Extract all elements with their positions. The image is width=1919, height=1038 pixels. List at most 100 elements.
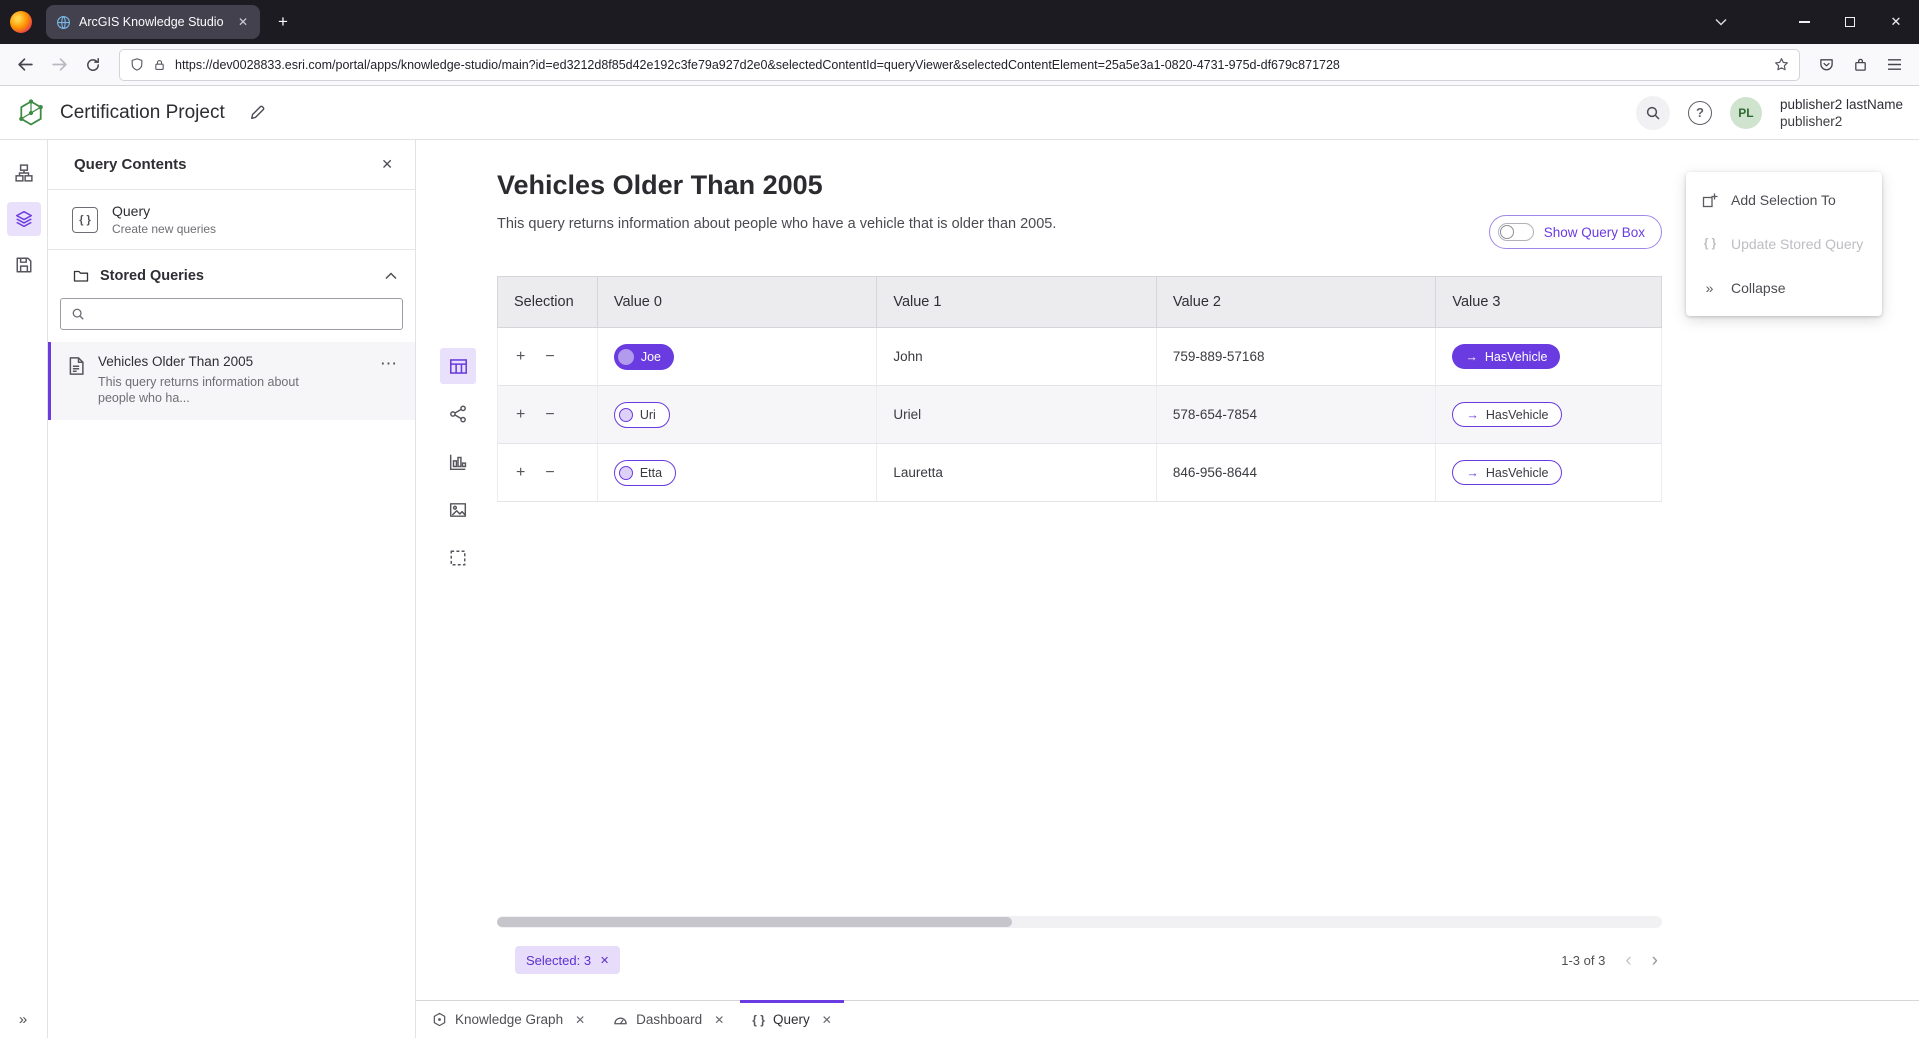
next-page-icon[interactable]: › (1652, 951, 1658, 970)
relationship-pill[interactable]: → HasVehicle (1452, 460, 1562, 485)
table-row[interactable]: + − Joe John 759-889-57168 (497, 328, 1662, 386)
selected-count-label: Selected: 3 (526, 953, 591, 968)
menu-hamburger-icon[interactable] (1879, 50, 1909, 80)
panel-close-icon[interactable]: ✕ (377, 152, 397, 177)
selection-tool-button[interactable] (440, 540, 476, 576)
arrow-right-icon: → (1466, 408, 1479, 422)
viewer-content: Selection Value 0 Value 1 Value 2 Value … (416, 276, 1919, 1000)
bookmark-star-icon[interactable] (1774, 57, 1789, 72)
menu-item-label: Update Stored Query (1731, 236, 1863, 252)
stored-queries-search[interactable] (60, 298, 403, 330)
browser-tab[interactable]: ArcGIS Knowledge Studio ✕ (46, 5, 260, 39)
pocket-save-icon[interactable] (1811, 50, 1841, 80)
tab-query[interactable]: { } Query ✕ (738, 1001, 846, 1038)
stored-query-list-item[interactable]: Vehicles Older Than 2005 This query retu… (48, 342, 415, 420)
menu-item-collapse[interactable]: » Collapse (1686, 266, 1882, 310)
close-tab-icon[interactable]: ✕ (575, 1013, 585, 1027)
map-view-button[interactable] (440, 492, 476, 528)
new-query-item[interactable]: { } Query Create new queries (48, 190, 415, 250)
remove-from-selection-button[interactable]: − (543, 347, 556, 367)
url-bar[interactable]: https://dev0028833.esri.com/portal/apps/… (120, 50, 1799, 80)
tracking-shield-icon[interactable] (130, 57, 144, 72)
list-all-tabs-icon[interactable] (1701, 18, 1741, 26)
stored-queries-search-input[interactable] (93, 307, 392, 322)
arrow-right-icon: → (1466, 466, 1479, 480)
selection-rect-icon (449, 549, 467, 567)
table-row[interactable]: + − Uri Uriel 578-654-7854 (497, 386, 1662, 444)
menu-item-label: Collapse (1731, 280, 1785, 296)
table-footer: Selected: 3 ✕ 1-3 of 3 ‹ › (497, 936, 1662, 984)
header-actions: ? PL publisher2 lastName publisher2 (1636, 96, 1903, 130)
previous-page-icon[interactable]: ‹ (1625, 951, 1631, 970)
left-rail: » (0, 140, 48, 1038)
entity-label: Joe (641, 350, 661, 364)
maximize-button[interactable] (1827, 0, 1873, 44)
scrollbar-thumb[interactable] (497, 917, 1012, 927)
project-title: Certification Project (60, 102, 225, 124)
edit-title-icon[interactable] (249, 104, 266, 121)
stored-queries-header[interactable]: Stored Queries (48, 250, 415, 294)
extensions-icon[interactable] (1845, 50, 1875, 80)
save-icon[interactable] (7, 248, 41, 282)
relationship-label: HasVehicle (1486, 408, 1549, 422)
link-chart-button[interactable] (440, 396, 476, 432)
layers-icon[interactable] (7, 202, 41, 236)
expand-panel-icon[interactable]: » (19, 1011, 28, 1028)
add-to-selection-button[interactable]: + (514, 463, 527, 483)
table-view-button[interactable] (440, 348, 476, 384)
chevron-up-icon[interactable] (385, 272, 397, 280)
entity-pill[interactable]: Etta (614, 460, 676, 486)
user-info[interactable]: publisher2 lastName publisher2 (1780, 96, 1903, 130)
sitemap-icon[interactable] (7, 156, 41, 190)
close-window-button[interactable]: ✕ (1873, 0, 1919, 44)
image-icon (449, 501, 467, 519)
braces-icon: { } (752, 1013, 765, 1027)
relationship-pill[interactable]: → HasVehicle (1452, 402, 1562, 427)
relationship-pill[interactable]: → HasVehicle (1452, 344, 1560, 369)
avatar[interactable]: PL (1730, 97, 1762, 129)
show-query-box-toggle[interactable]: Show Query Box (1489, 215, 1662, 249)
content-tab-bar: Knowledge Graph ✕ Dashboard ✕ { } Query … (416, 1000, 1919, 1038)
new-tab-button[interactable]: + (270, 12, 296, 32)
toggle-knob (1500, 225, 1514, 239)
search-icon[interactable] (1636, 96, 1670, 130)
knowledge-graph-icon (432, 1012, 447, 1027)
url-text: https://dev0028833.esri.com/portal/apps/… (175, 58, 1340, 72)
panel-title: Query Contents (74, 156, 187, 173)
menu-item-add-selection-to[interactable]: Add Selection To (1686, 178, 1882, 222)
add-to-selection-button[interactable]: + (514, 347, 527, 367)
collapse-icon: » (1701, 280, 1719, 296)
forward-button[interactable] (44, 50, 74, 80)
tab-title: ArcGIS Knowledge Studio (79, 15, 226, 29)
tab-close-icon[interactable]: ✕ (234, 13, 252, 31)
maximize-icon (1845, 17, 1855, 27)
remove-from-selection-button[interactable]: − (543, 405, 556, 425)
tab-label: Query (773, 1012, 810, 1027)
reload-button[interactable] (78, 50, 108, 80)
remove-from-selection-button[interactable]: − (543, 463, 556, 483)
browser-titlebar: ArcGIS Knowledge Studio ✕ + ✕ (0, 0, 1919, 44)
minimize-button[interactable] (1781, 0, 1827, 44)
help-icon[interactable]: ? (1688, 101, 1712, 125)
chart-view-button[interactable] (440, 444, 476, 480)
entity-pill[interactable]: Uri (614, 402, 670, 428)
table-row[interactable]: + − Etta Lauretta 846-956-8644 (497, 444, 1662, 502)
toggle-switch[interactable] (1498, 223, 1534, 241)
close-tab-icon[interactable]: ✕ (714, 1013, 724, 1027)
lock-icon[interactable] (153, 58, 166, 72)
menu-item-update-stored-query[interactable]: { } Update Stored Query (1686, 222, 1882, 266)
tab-knowledge-graph[interactable]: Knowledge Graph ✕ (418, 1001, 599, 1038)
close-tab-icon[interactable]: ✕ (822, 1013, 832, 1027)
add-selection-icon (1701, 192, 1719, 208)
entity-pill[interactable]: Joe (614, 344, 674, 370)
stored-queries-title: Stored Queries (100, 268, 204, 284)
item-options-kebab-icon[interactable]: ⋯ (374, 354, 403, 374)
tab-dashboard[interactable]: Dashboard ✕ (599, 1001, 738, 1038)
cell-value: 846-956-8644 (1157, 444, 1437, 501)
selected-count-chip[interactable]: Selected: 3 ✕ (515, 946, 620, 974)
clear-selection-icon[interactable]: ✕ (600, 954, 609, 967)
add-to-selection-button[interactable]: + (514, 405, 527, 425)
back-button[interactable] (10, 50, 40, 80)
horizontal-scrollbar[interactable] (497, 916, 1662, 928)
search-icon (71, 307, 85, 321)
